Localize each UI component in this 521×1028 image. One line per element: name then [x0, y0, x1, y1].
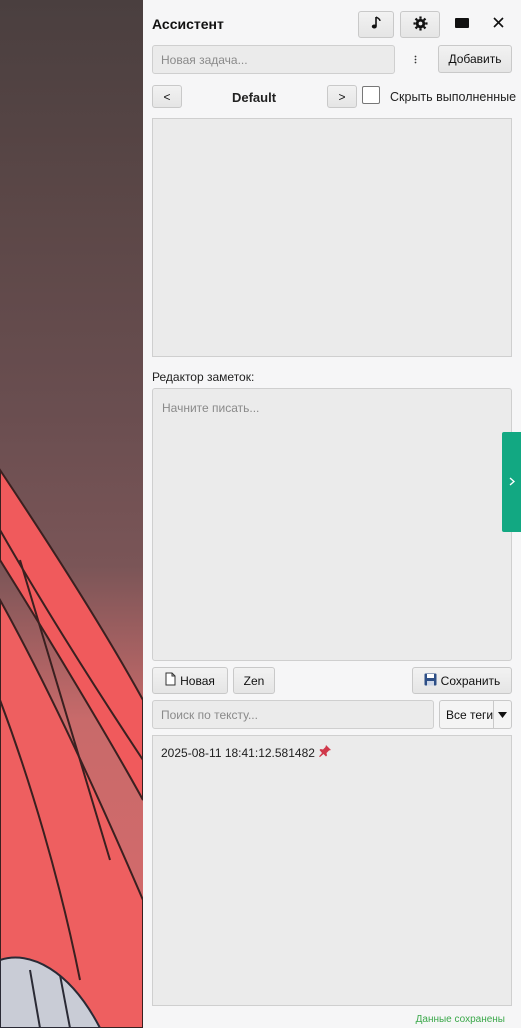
next-list-button[interactable]: >: [327, 85, 357, 108]
more-vertical-icon: [414, 53, 417, 67]
new-task-input[interactable]: Новая задача...: [152, 45, 395, 74]
close-icon: [492, 17, 504, 31]
new-file-icon: [165, 672, 176, 689]
save-status: Данные сохранены: [415, 1014, 505, 1025]
music-note-icon: [370, 16, 382, 33]
panel-title: Ассистент: [152, 16, 224, 32]
gear-icon: [412, 15, 428, 34]
prev-list-button[interactable]: <: [152, 85, 182, 108]
assistant-panel: Ассистент Новая задача... Добавить < Def…: [143, 0, 521, 1028]
save-note-button[interactable]: Сохранить: [412, 667, 512, 694]
chevron-right-icon: [509, 475, 515, 489]
collapse-panel-tab[interactable]: [502, 432, 521, 532]
task-options-button[interactable]: [411, 53, 419, 67]
task-list[interactable]: [152, 118, 512, 357]
new-note-button[interactable]: Новая: [152, 667, 228, 694]
zen-mode-button[interactable]: Zen: [233, 667, 275, 694]
desktop-wallpaper: [0, 0, 143, 1028]
note-title: 2025-08-11 18:41:12.581482: [161, 745, 315, 760]
hide-done-label: Скрыть выполненные: [390, 90, 517, 104]
notes-editor-label: Редактор заметок:: [152, 370, 255, 384]
add-task-button[interactable]: Добавить: [438, 45, 512, 73]
notes-editor-placeholder: Начните писать...: [162, 401, 260, 415]
task-list-name: Default: [231, 90, 277, 105]
settings-button[interactable]: [400, 11, 440, 38]
tags-select-value: Все теги: [446, 707, 494, 722]
window-mode-button[interactable]: [450, 15, 474, 33]
chevron-down-icon: [493, 701, 511, 728]
save-icon: [424, 673, 437, 689]
save-note-label: Сохранить: [440, 673, 501, 688]
pin-icon: [318, 745, 331, 760]
tags-select[interactable]: Все теги: [439, 700, 512, 729]
hide-done-checkbox[interactable]: [362, 86, 380, 104]
notes-list[interactable]: 2025-08-11 18:41:12.581482: [152, 735, 512, 1006]
close-button[interactable]: [486, 14, 510, 34]
note-search-input[interactable]: Поиск по тексту...: [152, 700, 434, 729]
notes-editor[interactable]: Начните писать...: [152, 388, 512, 661]
list-item[interactable]: 2025-08-11 18:41:12.581482: [161, 745, 331, 760]
window-icon: [455, 17, 469, 31]
new-note-label: Новая: [180, 673, 215, 688]
music-button[interactable]: [358, 11, 394, 38]
